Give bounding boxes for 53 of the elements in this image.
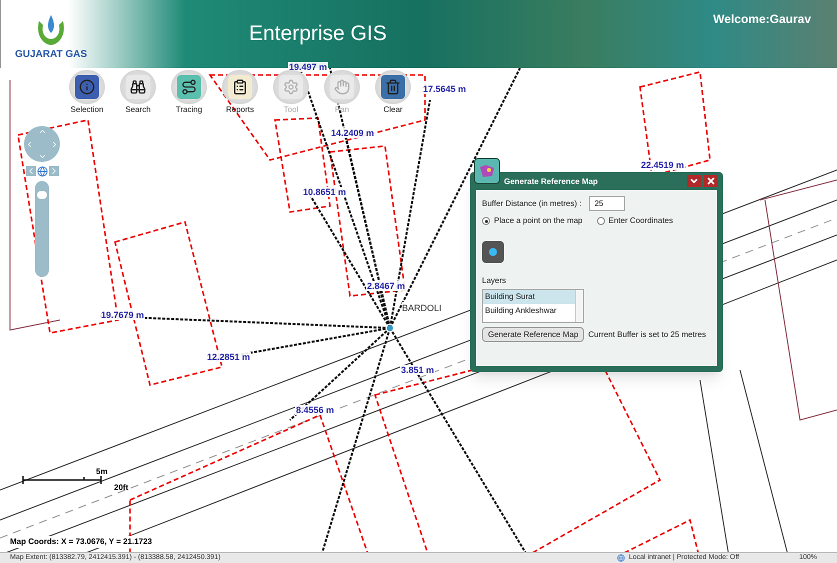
measurement-label: 2.8467 m <box>366 281 406 291</box>
map-coords: Map Coords: X = 73.0676, Y = 21.1723 <box>10 536 152 548</box>
binoculars-icon <box>130 79 146 95</box>
zoom-slider-thumb[interactable] <box>37 191 47 200</box>
globe-icon <box>616 554 625 562</box>
buffer-label: Buffer Distance (in metres) : <box>482 198 582 210</box>
buffer-status: Current Buffer is set to 25 metres <box>588 328 706 340</box>
point-tool-button[interactable] <box>482 241 504 263</box>
route-icon <box>181 79 197 95</box>
caret-icon <box>689 176 699 186</box>
radio-option[interactable]: Enter Coordinates <box>596 215 673 227</box>
close-icon <box>706 176 716 186</box>
next-extent-icon[interactable] <box>48 166 58 176</box>
measurement-label: 19.7679 m <box>100 310 146 320</box>
layers-list[interactable]: Building Surat Building Ankleshwar <box>482 289 584 323</box>
scale-metric: 5m <box>96 468 109 476</box>
chevron-left-icon <box>25 140 34 148</box>
measurement-label: 12.2851 m <box>206 352 252 362</box>
measurement-label: 3.851 m <box>400 365 436 375</box>
scale-imperial: 20ft <box>114 484 128 492</box>
pan-control[interactable] <box>24 126 60 162</box>
layer-item[interactable]: Building Ankleshwar <box>483 304 575 318</box>
buffer-input[interactable]: 25 <box>589 196 626 211</box>
measurement-label: 14.2409 m <box>330 128 376 138</box>
logo-text: GUJARAT GAS <box>14 48 88 62</box>
chevron-right-icon <box>50 140 59 148</box>
generate-button[interactable]: Generate Reference Map <box>482 327 584 342</box>
layer-item[interactable]: Building Surat <box>483 290 575 304</box>
point-icon <box>489 248 497 256</box>
close-button[interactable] <box>704 175 718 187</box>
gear-icon <box>283 79 299 95</box>
welcome-text: Welcome:Gaurav <box>713 11 811 28</box>
app-title: Enterprise GIS <box>249 21 387 48</box>
measurement-label: 10.8651 m <box>302 187 348 197</box>
list-scrollbar[interactable] <box>575 290 583 322</box>
previous-extent-icon[interactable] <box>26 166 36 176</box>
hand-icon <box>334 79 350 95</box>
dialog-title: Generate Reference Map <box>504 176 598 188</box>
measurement-label: 17.5645 m <box>422 84 468 94</box>
map-icon <box>479 164 495 178</box>
globe-icon[interactable] <box>36 166 48 177</box>
chevron-down-icon <box>38 152 46 161</box>
clipboard-list-icon <box>232 79 248 95</box>
info-icon <box>79 79 95 95</box>
minimize-button[interactable] <box>687 175 701 187</box>
measurement-label: 8.4556 m <box>295 405 336 415</box>
layers-label: Layers <box>482 275 508 287</box>
measurement-label: 19.497 m <box>288 62 328 72</box>
trash-icon <box>385 79 401 95</box>
zoom-slider[interactable] <box>35 181 49 277</box>
chevron-up-icon <box>38 127 46 136</box>
radio-option[interactable]: Place a point on the map <box>482 215 583 227</box>
measurement-label: 22.4519 m <box>640 160 686 170</box>
